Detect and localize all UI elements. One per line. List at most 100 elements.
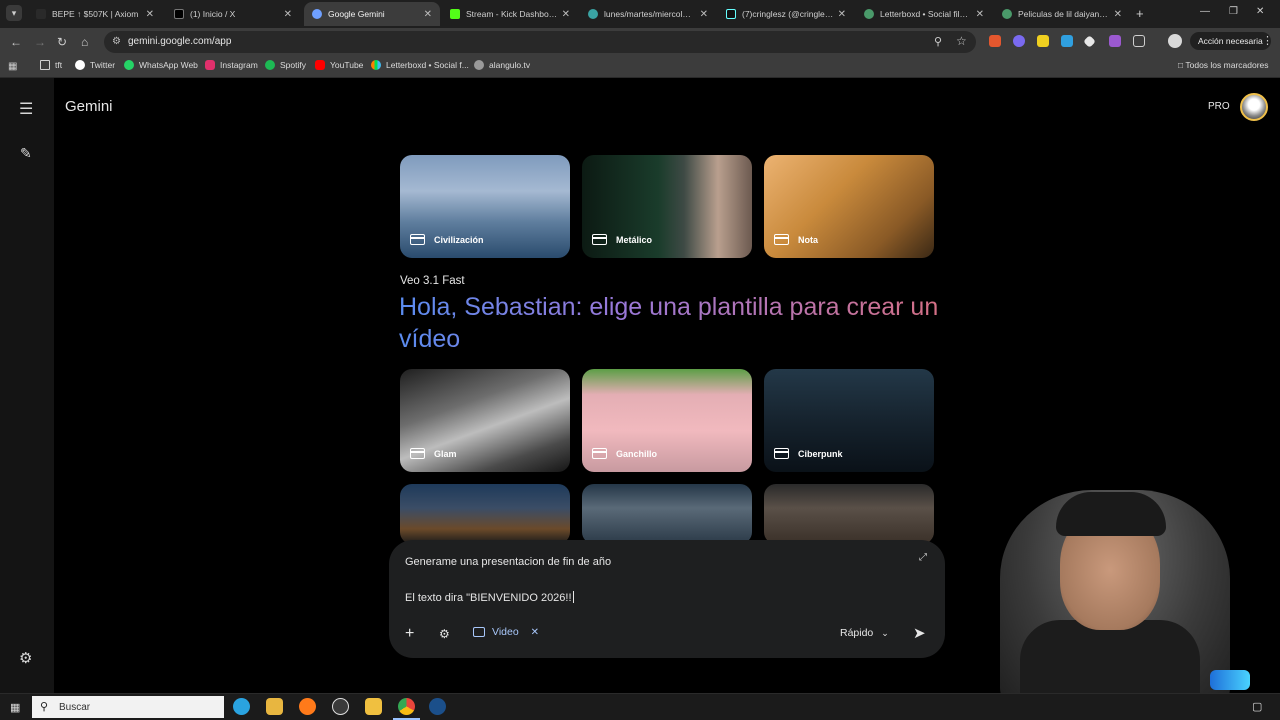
bookmark-letterboxd[interactable]: Letterboxd • Social f... xyxy=(371,60,469,70)
extension-icon[interactable] xyxy=(1037,35,1049,47)
text-caret xyxy=(572,591,574,603)
tab-search-icon[interactable]: ▾ xyxy=(6,5,22,21)
expand-icon[interactable]: ⤢ xyxy=(919,552,927,563)
template-card-civilizacion[interactable]: Civilización xyxy=(400,155,570,258)
bookmark-tft[interactable]: tft xyxy=(40,60,62,70)
instagram-icon xyxy=(205,60,215,70)
send-icon[interactable]: ➤ xyxy=(913,624,926,642)
steam-icon[interactable] xyxy=(429,698,446,715)
tools-icon[interactable]: ⚙ xyxy=(439,627,450,641)
new-tab-icon[interactable]: + xyxy=(1136,6,1144,21)
profile-icon[interactable] xyxy=(1168,34,1182,48)
prompt-text-line[interactable]: Generame una presentacion de fin de año xyxy=(405,556,611,568)
template-card[interactable] xyxy=(764,484,934,544)
zoom-icon[interactable]: ⚲ xyxy=(934,35,942,48)
close-icon[interactable]: ✕ xyxy=(424,9,432,20)
folder-icon: □ xyxy=(1178,60,1184,70)
webcam-overlay xyxy=(960,470,1260,693)
menu-icon[interactable]: ☰ xyxy=(19,99,33,119)
tab-letterboxd[interactable]: Letterboxd • Social film d ✕ xyxy=(856,2,992,26)
video-template-icon xyxy=(410,234,425,245)
more-vert-icon[interactable]: ⋮ xyxy=(1262,34,1273,47)
prompt-text-line[interactable]: El texto dira "BIENVENIDO 2026!! xyxy=(405,591,574,604)
settings-icon[interactable]: ⚙ xyxy=(19,649,32,667)
avatar[interactable] xyxy=(1240,93,1268,121)
gemini-brand[interactable]: Gemini xyxy=(65,98,113,115)
close-icon[interactable]: ✕ xyxy=(284,9,292,20)
mode-selector[interactable]: Rápido ⌄ xyxy=(840,627,889,639)
extensions-puzzle-icon[interactable] xyxy=(1133,35,1145,47)
action-needed-button[interactable]: Acción necesaria xyxy=(1190,32,1271,50)
tab-gemini[interactable]: Google Gemini ✕ xyxy=(304,2,440,26)
bookmark-instagram[interactable]: Instagram xyxy=(205,60,258,70)
template-card[interactable] xyxy=(400,484,570,544)
video-tool-chip[interactable]: Video ✕ xyxy=(473,626,539,638)
tab-tiktok[interactable]: (7)cringlesz (@cringlesz) | ✕ xyxy=(718,2,854,26)
home-icon[interactable]: ⌂ xyxy=(81,35,88,49)
bookmark-whatsapp[interactable]: WhatsApp Web xyxy=(124,60,198,70)
back-icon[interactable]: ← xyxy=(10,35,22,49)
template-card-ciberpunk[interactable]: Ciberpunk xyxy=(764,369,934,472)
close-icon[interactable]: ✕ xyxy=(146,9,154,20)
letterboxd-favicon-icon xyxy=(1002,9,1012,19)
obs-icon[interactable] xyxy=(332,698,349,715)
tab-peliculas[interactable]: Peliculas de lil daiyan, a la ✕ xyxy=(994,2,1130,26)
video-icon xyxy=(473,627,485,637)
bookmark-spotify[interactable]: Spotify xyxy=(265,60,306,70)
letterboxd-icon xyxy=(371,60,381,70)
template-card-ganchillo[interactable]: Ganchillo xyxy=(582,369,752,472)
letterboxd-favicon-icon xyxy=(864,9,874,19)
close-window-icon[interactable]: ✕ xyxy=(1256,6,1264,17)
pro-badge: PRO xyxy=(1208,101,1230,112)
close-icon[interactable]: ✕ xyxy=(838,9,846,20)
telegram-icon[interactable] xyxy=(233,698,250,715)
windows-start-icon[interactable]: ▦ xyxy=(10,701,20,714)
forward-icon[interactable]: → xyxy=(34,35,46,49)
tab-x[interactable]: (1) Inicio / X ✕ xyxy=(166,2,300,26)
close-icon[interactable]: ✕ xyxy=(976,9,984,20)
template-card-metalico[interactable]: Metálico xyxy=(582,155,752,258)
new-chat-icon[interactable]: ✎ xyxy=(20,145,32,162)
chrome-icon[interactable] xyxy=(393,698,420,720)
template-card-nota[interactable]: Nota xyxy=(764,155,934,258)
url-text[interactable]: gemini.google.com/app xyxy=(128,36,231,47)
tab-lunes[interactable]: lunes/martes/miercoles/j ✕ xyxy=(580,2,716,26)
gemini-favicon-icon xyxy=(312,9,322,19)
restore-icon[interactable]: ❐ xyxy=(1229,6,1238,17)
bookmark-youtube[interactable]: YouTube xyxy=(315,60,363,70)
tab-axiom[interactable]: BEPE ↑ $507K | Axiom ✕ xyxy=(28,2,162,26)
extension-icon[interactable] xyxy=(1013,35,1025,47)
bookmark-alangulo[interactable]: alangulo.tv xyxy=(474,60,530,70)
video-template-icon xyxy=(592,448,607,459)
close-icon[interactable]: ✕ xyxy=(531,627,539,638)
close-icon[interactable]: ✕ xyxy=(700,9,708,20)
address-bar[interactable]: ⚙ gemini.google.com/app ⚲ ☆ xyxy=(104,31,976,53)
extension-icon[interactable] xyxy=(1061,35,1073,47)
extension-icon[interactable] xyxy=(1109,35,1121,47)
video-template-icon xyxy=(410,448,425,459)
close-icon[interactable]: ✕ xyxy=(1114,9,1122,20)
tab-kick[interactable]: Stream - Kick Dashboard ✕ xyxy=(442,2,578,26)
notification-icon[interactable]: ▢ xyxy=(1252,700,1262,713)
firefox-icon[interactable] xyxy=(299,698,316,715)
minimize-icon[interactable]: — xyxy=(1200,6,1210,17)
windows-taskbar: ▦ ⚲ Buscar ▢ xyxy=(0,693,1280,720)
globe-favicon-icon xyxy=(588,9,598,19)
x-favicon-icon xyxy=(174,9,184,19)
template-card[interactable] xyxy=(582,484,752,544)
bookmark-twitter[interactable]: Twitter xyxy=(75,60,115,70)
taskbar-search[interactable]: ⚲ Buscar xyxy=(32,696,224,718)
medal-icon[interactable] xyxy=(365,698,382,715)
apps-grid-icon[interactable]: ▦ xyxy=(8,61,17,72)
template-card-glam[interactable]: Glam xyxy=(400,369,570,472)
file-explorer-icon[interactable] xyxy=(266,698,283,715)
extension-icon[interactable] xyxy=(989,35,1001,47)
close-icon[interactable]: ✕ xyxy=(562,9,570,20)
all-bookmarks-button[interactable]: □ Todos los marcadores xyxy=(1178,60,1269,70)
bookmark-star-icon[interactable]: ☆ xyxy=(956,34,967,48)
add-attachment-icon[interactable]: + xyxy=(405,625,414,643)
site-info-icon[interactable]: ⚙ xyxy=(112,36,121,47)
prompt-composer[interactable]: Generame una presentacion de fin de año … xyxy=(389,540,945,658)
whatsapp-icon xyxy=(124,60,134,70)
reload-icon[interactable]: ↻ xyxy=(57,35,67,49)
